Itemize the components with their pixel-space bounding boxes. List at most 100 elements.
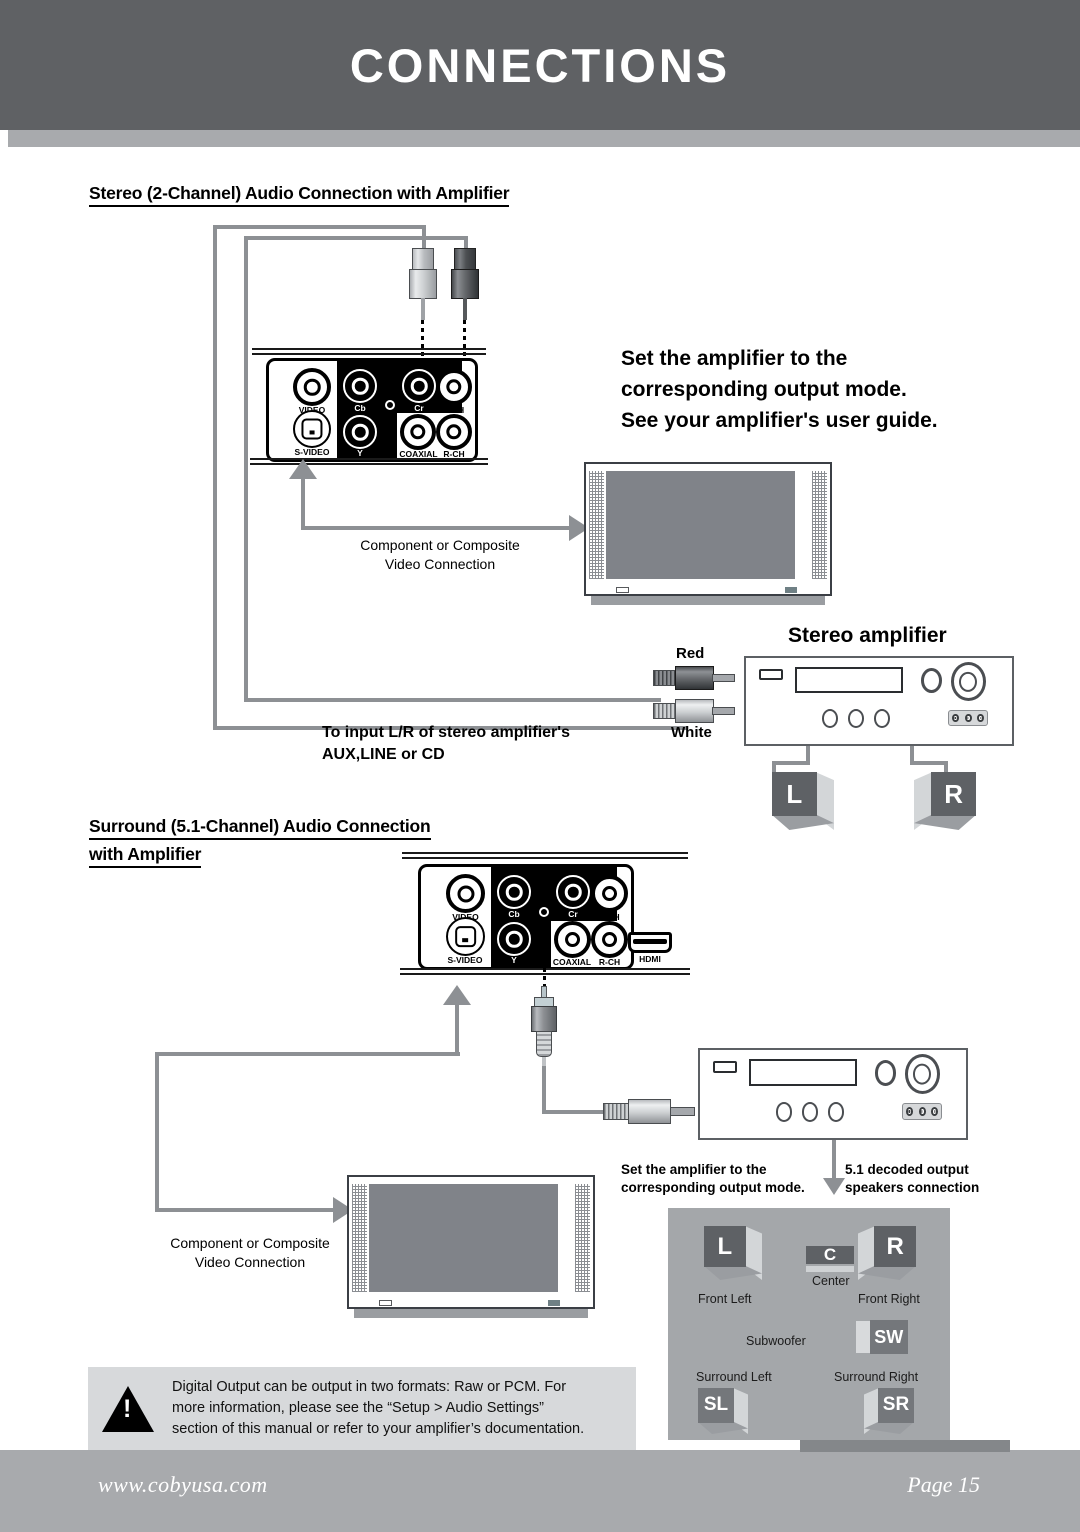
rear-panel-surround: VIDEO S-VIDEO Cb Y Cr COAXIAL L-CH R-CH … [400,852,690,980]
wire-speaker-left-h [772,761,810,765]
page-header: CONNECTIONS [0,0,1080,130]
wire-video-1-vertical [301,478,305,528]
wire-video-2-bottom [155,1208,335,1212]
amp-button-2b [801,1102,819,1122]
manual-page: CONNECTIONS Stereo (2-Channel) Audio Con… [0,0,1080,1532]
hdmi-label: HDMI [639,954,661,964]
wire-audio-left-vertical [244,236,248,701]
television-1 [584,462,832,605]
amp-knob-small-1 [920,667,943,693]
jack-cr [402,369,436,403]
rca-plug-white-vertical [408,248,438,320]
footer-accent-tab [800,1440,1010,1452]
stereo-amplifier-note: Set the amplifier to the corresponding o… [621,343,1021,436]
amp-button-1b [847,709,865,728]
amp-volume-knob-1 [950,662,986,701]
wire-speaker-right-h [910,761,948,765]
wire-video-2-top [155,1052,460,1056]
label-surround-right: Surround Right [834,1370,919,1384]
label-surround-left: Surround Left [696,1370,772,1384]
rca-plug-red-vertical [450,248,480,320]
rca-plug-coax-horizontal [603,1098,695,1125]
jack-y [343,415,377,449]
label-front-right: Front Right [858,1292,920,1306]
digital-output-note-text: Digital Output can be output in two form… [172,1379,585,1437]
amp-button-2a [776,1102,793,1122]
surround-amplifier-note: Set the amplifier to the corresponding o… [621,1162,805,1195]
jack-l-ch-2 [591,875,628,912]
jack-l-ch [436,369,472,405]
wire-audio-left-top [244,236,466,240]
television-2 [347,1175,595,1318]
speaker-center: C [806,1245,854,1272]
speaker-right-label: R [931,772,976,817]
footer-page-number: Page 15 [907,1472,980,1497]
jack-s-video [293,410,331,448]
stereo-input-note: To input L/R of stereo amplifier's AUX,L… [322,724,570,763]
page-title: CONNECTIONS [349,39,731,92]
wire-video-1-horizontal [301,526,571,530]
wire-audio-right-vertical [213,225,217,730]
decoded-output-note: 5.1 decoded output speakers connection [845,1162,980,1195]
stereo-note-line-1: Set the amplifier to the [621,347,848,370]
jack-small-unlabeled [383,398,397,412]
jack-video-2 [446,874,485,913]
amp-display-2 [749,1059,858,1086]
speaker-surround-right: SR [864,1388,914,1434]
wire-video-2-right-v [455,1004,459,1054]
speaker-right: R [914,772,976,830]
amp-power-led-1 [758,668,784,681]
amp-button-1c [873,709,890,728]
stereo-note-line-3: See your amplifier's user guide. [621,409,938,432]
jack-small-unlabeled-2 [537,905,551,919]
section-heading-surround: Surround (5.1-Channel) Audio Connection … [89,815,431,869]
amp-power-led-2 [712,1060,738,1073]
wire-coax-vertical [542,1066,546,1114]
coax-plug [528,986,560,1070]
amp-knob-small-2 [874,1059,897,1086]
jack-r-ch [436,414,472,450]
video-arrow-up-1 [289,459,317,479]
footer-website-url: www.cobyusa.com [98,1472,268,1497]
rca-plug-white-horizontal [653,698,735,724]
jack-r-ch-2 [591,921,628,958]
video-connection-caption-1: Component or Composite Video Connection [360,537,520,572]
surround-speaker-layout: L Front Left C Center R Front Right Subw… [668,1208,950,1440]
video-arrow-up-2 [443,985,471,1005]
warning-icon [102,1385,154,1432]
speaker-left: L [772,772,834,830]
jack-cr-2 [556,875,590,909]
amp-button-2c [827,1102,844,1122]
section-heading-stereo: Stereo (2-Channel) Audio Connection with… [89,182,510,207]
wire-video-2-left-v [155,1052,159,1212]
jack-coaxial [400,414,436,450]
rca-plug-red-horizontal [653,665,735,691]
stereo-amplifier-title: Stereo amplifier [788,624,947,647]
stereo-amplifier [744,656,1014,746]
cable-label-red: Red [676,645,705,662]
speaker-front-right: R [858,1226,916,1280]
page-footer: www.cobyusa.com Page 15 [0,1440,1080,1532]
digital-output-note-box: Digital Output can be output in two form… [88,1367,636,1450]
video-connection-caption-2: Component or Composite Video Connection [170,1235,330,1270]
wire-audio-left-bottom [244,698,661,702]
label-front-left: Front Left [698,1292,752,1306]
speaker-left-label: L [772,772,817,817]
label-subwoofer: Subwoofer [746,1334,806,1348]
amp-output-jacks-2 [901,1103,943,1120]
label-center: Center [812,1274,850,1288]
amp-display-1 [795,666,904,693]
jack-cb [343,369,377,403]
jack-video [293,368,331,406]
jack-y-2 [497,922,531,956]
speaker-front-left: L [704,1226,762,1280]
stereo-note-line-2: corresponding output mode. [621,378,907,401]
jack-cb-2 [497,875,531,909]
amp-volume-knob-2 [904,1054,940,1094]
amp-output-jacks-1 [947,710,989,727]
hdmi-port [628,932,672,953]
speaker-subwoofer: SW [856,1320,908,1354]
surround-amplifier [698,1048,968,1140]
wire-audio-right-top [213,225,426,229]
header-accent-band [8,130,1080,147]
